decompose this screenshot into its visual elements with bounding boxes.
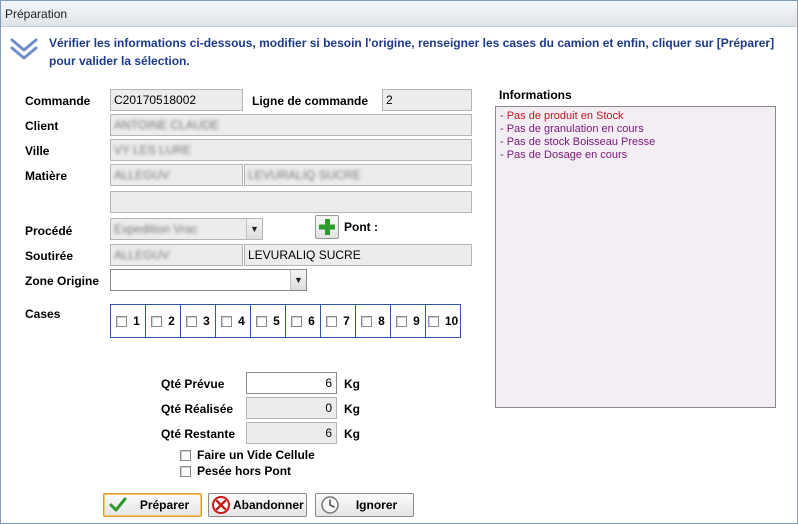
commande-field: C20170518002	[110, 89, 243, 111]
ville-field: VY LES LURE	[110, 139, 472, 161]
ligne-commande-field: 2	[382, 89, 472, 111]
checkbox-icon[interactable]	[186, 315, 198, 327]
case-label: 2	[168, 314, 175, 328]
window-title: Préparation	[1, 1, 797, 27]
case-checkbox-6[interactable]: 6	[286, 305, 321, 337]
soutiree-value-1: ALLEGUV	[114, 248, 170, 262]
matiere-field-2: LEVURALIQ SUCRE	[244, 164, 472, 186]
vide-cellule-label: Faire un Vide Cellule	[197, 448, 315, 462]
ville-label: Ville	[25, 144, 50, 158]
commande-label: Commande	[25, 94, 91, 108]
client-label: Client	[25, 119, 59, 133]
checkbox-icon[interactable]	[326, 315, 338, 327]
matiere-field-3	[110, 191, 472, 213]
pont-label: Pont :	[344, 220, 378, 234]
checkbox-icon[interactable]	[116, 315, 128, 327]
case-label: 1	[133, 314, 140, 328]
case-checkbox-10[interactable]: 10	[426, 305, 460, 337]
matiere-label: Matière	[25, 169, 68, 183]
soutiree-field-1: ALLEGUV	[110, 244, 243, 266]
case-label: 4	[238, 314, 245, 328]
qte-realisee-label: Qté Réalisée	[161, 402, 234, 416]
ignorer-button[interactable]: Ignorer	[315, 493, 414, 517]
qte-prevue-label: Qté Prévue	[161, 377, 225, 391]
case-checkbox-7[interactable]: 7	[321, 305, 356, 337]
chevron-down-icon[interactable]: ▼	[290, 270, 306, 290]
checkbox-icon[interactable]	[427, 315, 439, 327]
soutiree-field-2: LEVURALIQ SUCRE	[244, 244, 472, 266]
abandonner-label: Abandonner	[233, 498, 304, 512]
client-field: ANTOINE CLAUDE	[110, 114, 472, 136]
case-label: 7	[343, 314, 350, 328]
case-checkbox-8[interactable]: 8	[356, 305, 391, 337]
zone-origine-label: Zone Origine	[25, 274, 100, 288]
procede-select[interactable]: Expedition Vrac ▼	[110, 218, 263, 240]
case-checkbox-2[interactable]: 2	[146, 305, 181, 337]
matiere-value-1: ALLEGUV	[114, 168, 170, 182]
checkbox-icon[interactable]	[151, 315, 163, 327]
preparer-button[interactable]: Préparer	[103, 493, 202, 517]
add-pont-button[interactable]	[315, 215, 339, 239]
chevron-down-icon	[10, 38, 38, 60]
pesee-hors-pont-checkbox[interactable]: Pesée hors Pont	[180, 464, 291, 478]
qte-realisee-field: 0	[246, 397, 337, 419]
qte-realisee-unit: Kg	[344, 402, 360, 416]
checkmark-icon	[109, 497, 127, 512]
preparer-label: Préparer	[139, 498, 190, 512]
cases-group: 1 2 3 4 5 6 7 8 9 10	[110, 304, 461, 338]
procede-label: Procédé	[25, 224, 73, 238]
checkbox-icon[interactable]	[180, 449, 191, 461]
case-label: 5	[273, 314, 280, 328]
ligne-commande-label: Ligne de commande	[252, 94, 369, 108]
pesee-hors-pont-label: Pesée hors Pont	[197, 464, 292, 478]
chevron-down-icon[interactable]: ▼	[246, 219, 262, 239]
qte-restante-unit: Kg	[344, 427, 360, 441]
clock-icon	[321, 496, 339, 514]
info-line: - Pas de stock Boisseau Presse	[500, 136, 656, 148]
instruction-text: Vérifier les informations ci-dessous, mo…	[49, 36, 775, 68]
qte-restante-label: Qté Restante	[161, 427, 236, 441]
case-label: 9	[413, 314, 420, 328]
cases-label: Cases	[25, 307, 61, 321]
informations-panel: - Pas de produit en Stock - Pas de granu…	[495, 106, 776, 408]
case-label: 6	[308, 314, 315, 328]
info-line: - Pas de produit en Stock	[500, 110, 624, 122]
ignorer-label: Ignorer	[355, 498, 398, 512]
checkbox-icon[interactable]	[361, 315, 373, 327]
plus-icon	[319, 219, 335, 235]
case-checkbox-3[interactable]: 3	[181, 305, 216, 337]
zone-origine-select[interactable]: ▼	[110, 269, 307, 291]
checkbox-icon[interactable]	[256, 315, 268, 327]
abandonner-button[interactable]: Abandonner	[208, 493, 307, 517]
case-checkbox-9[interactable]: 9	[391, 305, 426, 337]
case-label: 8	[378, 314, 385, 328]
case-label: 10	[444, 314, 459, 328]
procede-value: Expedition Vrac	[114, 222, 198, 236]
info-line: - Pas de granulation en cours	[500, 123, 644, 135]
preparation-window: Préparation Vérifier les informations ci…	[0, 0, 798, 524]
case-checkbox-5[interactable]: 5	[251, 305, 286, 337]
checkbox-icon[interactable]	[396, 315, 408, 327]
client-value: ANTOINE CLAUDE	[114, 118, 220, 132]
qte-prevue-field[interactable]: 6	[246, 372, 337, 394]
soutiree-label: Soutirée	[25, 249, 74, 263]
vide-cellule-checkbox[interactable]: Faire un Vide Cellule	[180, 448, 315, 462]
cancel-icon	[212, 496, 230, 514]
ville-value: VY LES LURE	[114, 143, 192, 157]
informations-title: Informations	[499, 88, 572, 102]
qte-restante-field: 6	[246, 422, 337, 444]
info-line: - Pas de Dosage en cours	[500, 149, 628, 161]
case-label: 3	[203, 314, 210, 328]
case-checkbox-4[interactable]: 4	[216, 305, 251, 337]
qte-prevue-unit: Kg	[344, 377, 360, 391]
checkbox-icon[interactable]	[221, 315, 233, 327]
checkbox-icon[interactable]	[180, 465, 191, 477]
matiere-field-1: ALLEGUV	[110, 164, 243, 186]
checkbox-icon[interactable]	[291, 315, 303, 327]
matiere-value-2: LEVURALIQ SUCRE	[248, 168, 361, 182]
case-checkbox-1[interactable]: 1	[111, 305, 146, 337]
